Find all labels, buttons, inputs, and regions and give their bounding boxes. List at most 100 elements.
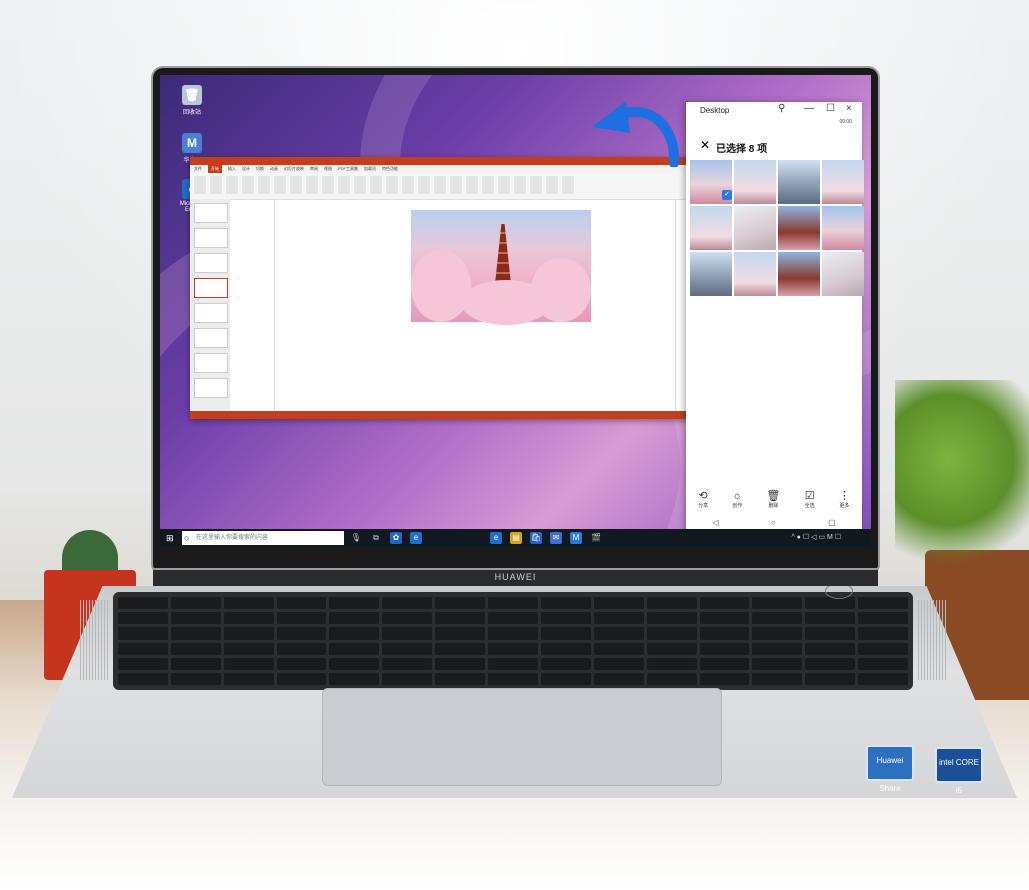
ribbon-tab[interactable]: 视图 (324, 165, 332, 173)
cancel-selection-icon[interactable]: ✕ (700, 138, 710, 152)
photo-thumbnail[interactable] (778, 160, 820, 204)
ribbon-command[interactable] (402, 176, 414, 194)
photo-thumbnail[interactable] (778, 206, 820, 250)
photo-thumbnail[interactable] (734, 252, 776, 296)
ribbon-command[interactable] (274, 176, 286, 194)
keyboard-key (223, 642, 274, 655)
keyboard-key (329, 672, 380, 685)
ribbon-command[interactable] (370, 176, 382, 194)
app-icon[interactable]: ✿ (390, 532, 402, 544)
ribbon-command[interactable] (354, 176, 366, 194)
slide-thumbnail[interactable] (194, 378, 228, 398)
checkmark-icon[interactable]: ✓ (722, 190, 732, 200)
ribbon-command[interactable] (514, 176, 526, 194)
photo-thumbnail[interactable] (734, 160, 776, 204)
ribbon-tab[interactable]: 文件 (194, 165, 202, 173)
photo-thumbnail[interactable] (778, 252, 820, 296)
ribbon-tab-active[interactable]: 开始 (208, 165, 222, 173)
slide-thumbnail[interactable] (194, 303, 228, 323)
slide-thumbnail[interactable] (194, 203, 228, 223)
ribbon-tab[interactable]: 切换 (256, 165, 264, 173)
windows-start-icon[interactable]: ⊞ (166, 533, 174, 544)
keyboard-key (118, 672, 168, 685)
keyboard-key (382, 657, 433, 670)
ribbon-command[interactable] (498, 176, 510, 194)
slide-thumbnail[interactable] (194, 353, 228, 373)
phone-desktop-window[interactable]: Desktop ⚲ — ☐ × 00:00 ✕ 已选择 8 项 ✓ ⟲ 分享 ☼… (686, 102, 864, 532)
photo-thumbnail[interactable]: ✓ (690, 160, 732, 204)
store-icon[interactable]: 🛍 (530, 532, 542, 544)
keyboard-key (646, 642, 697, 655)
ribbon-command[interactable] (258, 176, 270, 194)
ribbon-tab[interactable]: 特色功能 (382, 165, 398, 173)
recents-icon[interactable]: ▢ (828, 518, 836, 527)
ribbon-tab[interactable]: 加载项 (364, 165, 376, 173)
minimize-icon[interactable]: — (804, 103, 814, 114)
photo-thumbnail[interactable] (690, 252, 732, 296)
multiscreen-taskbar-icon[interactable]: M (570, 532, 582, 544)
edge-taskbar-icon[interactable]: e (490, 532, 502, 544)
ribbon-command[interactable] (338, 176, 350, 194)
ribbon-tab[interactable]: 动画 (270, 165, 278, 173)
edge-taskbar-icon[interactable]: e (410, 532, 422, 544)
system-tray[interactable]: ^ ● ☐ ◁ ▭ M ☐ (791, 533, 841, 541)
slide-thumbnail[interactable] (194, 228, 228, 248)
ribbon-command[interactable] (242, 176, 254, 194)
microphone-icon[interactable]: 🎙 (350, 532, 362, 544)
cherry-blossom-pagoda-image[interactable] (411, 210, 591, 325)
create-button[interactable]: ☼ 创作 (732, 490, 742, 509)
task-view-icon[interactable]: ⧉ (370, 532, 382, 544)
ribbon-tab[interactable]: 幻灯片放映 (284, 165, 304, 173)
ribbon-command[interactable] (450, 176, 462, 194)
ribbon-command[interactable] (386, 176, 398, 194)
ribbon-command[interactable] (434, 176, 446, 194)
slide-thumbnail[interactable] (194, 278, 228, 298)
ribbon-command[interactable] (306, 176, 318, 194)
photo-thumbnail[interactable] (734, 206, 776, 250)
ribbon-command[interactable] (530, 176, 542, 194)
ribbon-command[interactable] (322, 176, 334, 194)
more-button[interactable]: ⋮ 更多 (839, 490, 850, 509)
maximize-icon[interactable]: ☐ (826, 103, 835, 114)
ribbon-command[interactable] (482, 176, 494, 194)
ribbon-command[interactable] (562, 176, 574, 194)
keyboard-key (435, 597, 486, 610)
ribbon (190, 173, 688, 200)
back-icon[interactable]: ◁ (712, 518, 718, 527)
slide-canvas[interactable] (274, 199, 676, 413)
ribbon-command[interactable] (546, 176, 558, 194)
ribbon-command[interactable] (418, 176, 430, 194)
home-icon[interactable]: ○ (771, 518, 776, 527)
ribbon-command[interactable] (466, 176, 478, 194)
keyboard (113, 592, 913, 690)
close-icon[interactable]: × (846, 103, 852, 114)
media-icon[interactable]: 🎬 (590, 532, 602, 544)
pin-icon[interactable]: ⚲ (778, 103, 785, 114)
photo-thumbnail[interactable] (822, 206, 864, 250)
ribbon-command[interactable] (210, 176, 222, 194)
file-explorer-icon[interactable]: ▤ (510, 532, 522, 544)
phone-window-titlebar[interactable]: Desktop ⚲ — ☐ × (686, 102, 862, 118)
slide-thumbnail[interactable] (194, 328, 228, 348)
keyboard-key (593, 612, 644, 625)
ribbon-command[interactable] (226, 176, 238, 194)
taskbar-search[interactable]: ○ 在这里输入你要搜索的内容 (182, 531, 344, 545)
photo-thumbnail[interactable] (822, 160, 864, 204)
powerpoint-window[interactable]: 文件 开始 插入 设计 切换 动画 幻灯片放映 审阅 视图 PDF工具集 加载项… (190, 157, 688, 419)
slide-thumbnail[interactable] (194, 253, 228, 273)
ribbon-tab[interactable]: PDF工具集 (338, 165, 358, 173)
desktop-icon-recycle-bin[interactable]: 🗑 回收站 (172, 85, 212, 116)
ribbon-command[interactable] (194, 176, 206, 194)
photo-thumbnail[interactable] (822, 252, 864, 296)
share-button[interactable]: ⟲ 分享 (698, 490, 708, 509)
photo-thumbnail[interactable] (690, 206, 732, 250)
ribbon-tab[interactable]: 审阅 (310, 165, 318, 173)
delete-button[interactable]: 🗑 删除 (767, 490, 781, 509)
ribbon-tab[interactable]: 设计 (242, 165, 250, 173)
keyboard-key (593, 597, 644, 610)
desktop-icon-label: 回收站 (182, 110, 201, 116)
ribbon-command[interactable] (290, 176, 302, 194)
ribbon-tab[interactable]: 插入 (228, 165, 236, 173)
select-all-button[interactable]: ☑ 全选 (805, 490, 815, 509)
mail-icon[interactable]: ✉ (550, 532, 562, 544)
